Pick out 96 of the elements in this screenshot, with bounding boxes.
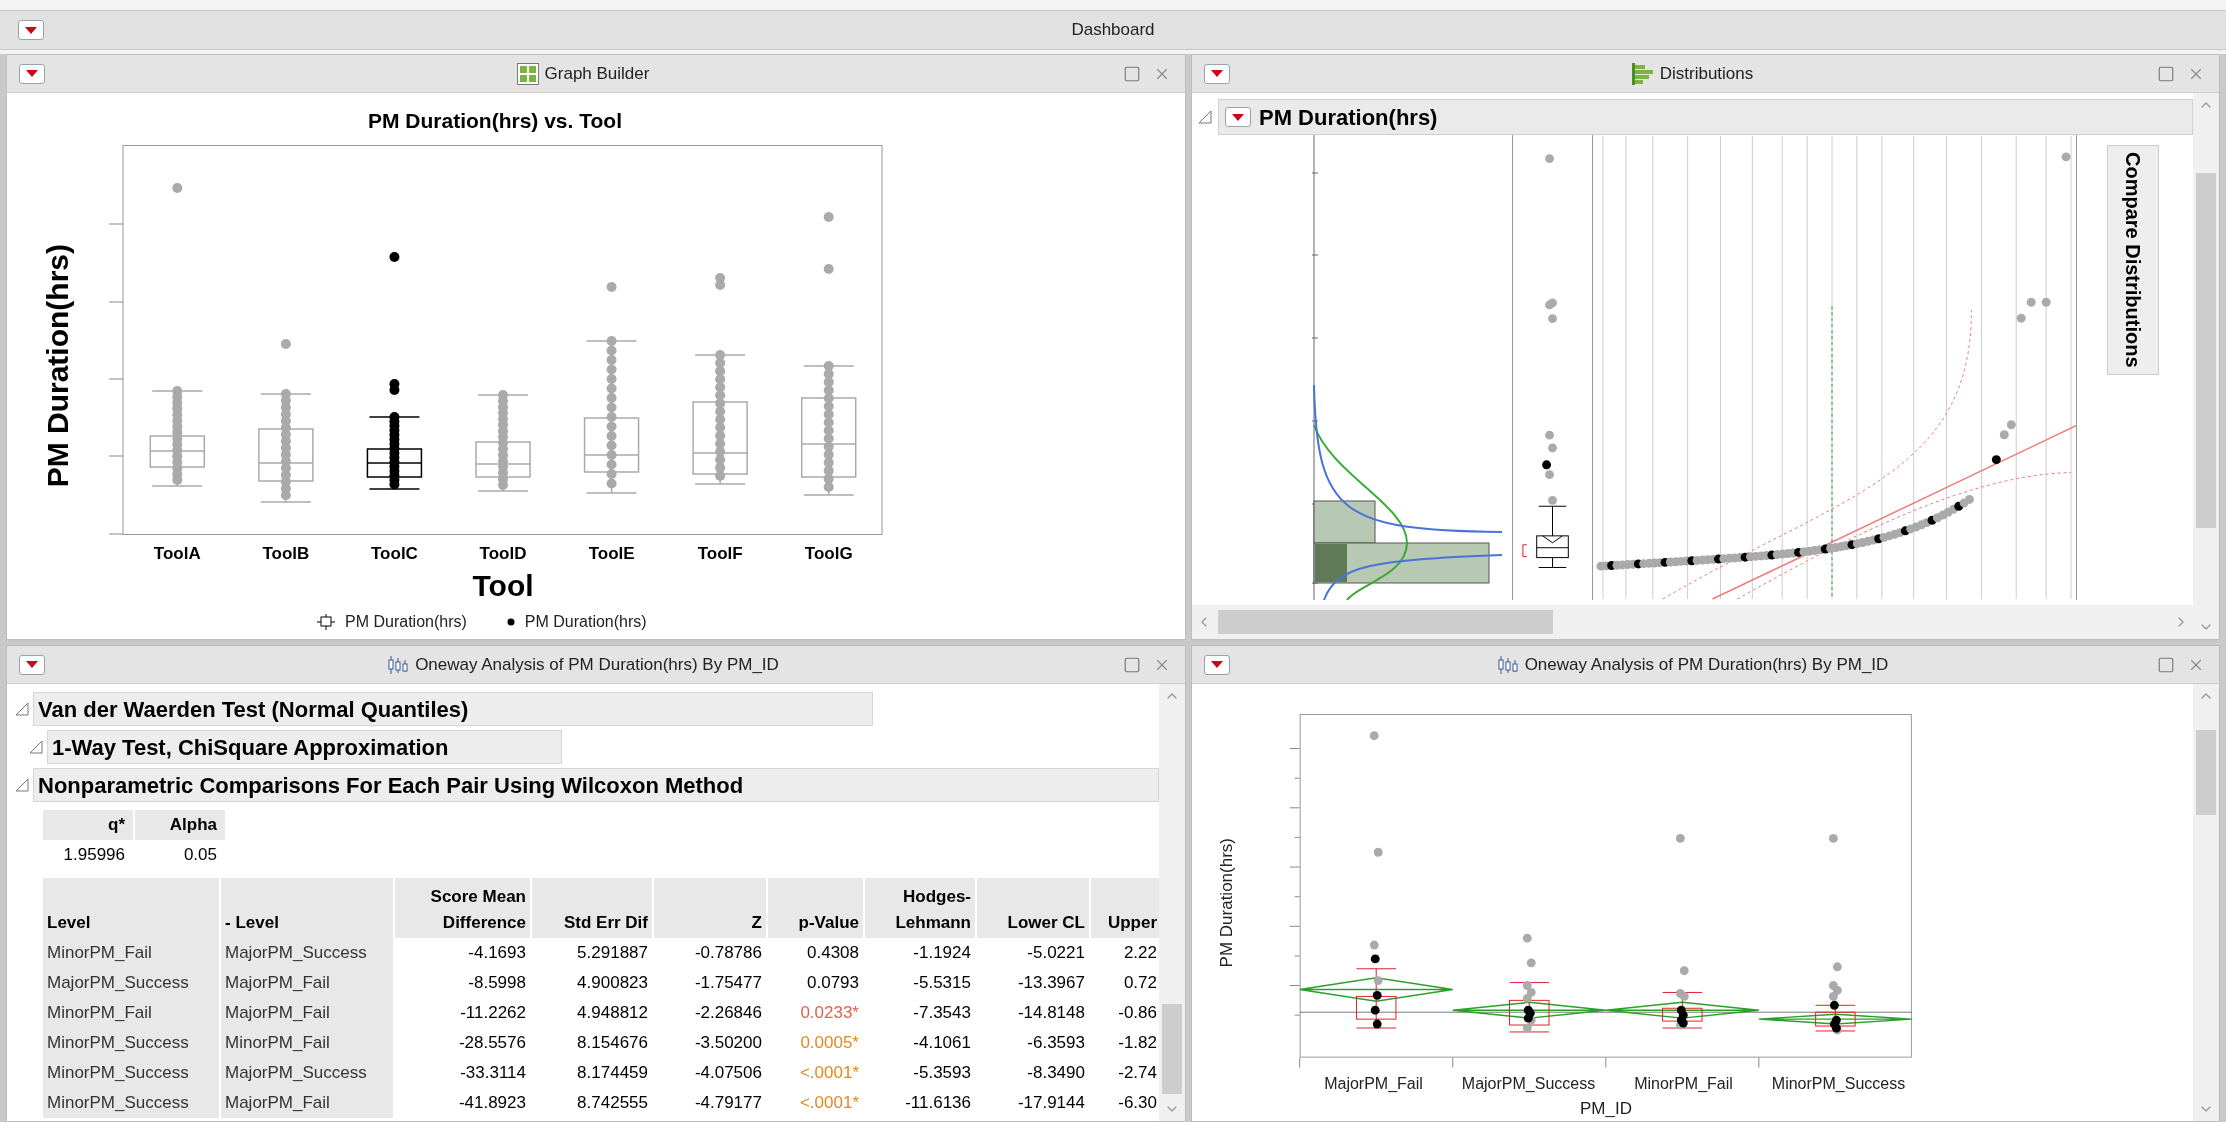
table-cell-text: -4.1693: [467, 942, 527, 965]
panel-title: Distributions: [1659, 62, 1754, 85]
table-cell-text: 2.22: [1122, 942, 1158, 965]
table-cell-text: 4.900823: [576, 972, 649, 995]
table-cell-text: 0.0793: [806, 972, 860, 995]
table-cell-text: -11.6136: [904, 1092, 972, 1115]
axis-label: ToolC: [370, 542, 419, 565]
table-cell: MajorPM_Success: [221, 1058, 393, 1088]
table-cell: MinorPM_Success: [43, 1028, 219, 1058]
table-cell-text: -33.3114: [459, 1062, 527, 1085]
table-cell-text: -0.86: [1117, 1002, 1158, 1025]
table-cell: MajorPM_Fail: [221, 998, 393, 1028]
x-axis-title: Tool: [471, 568, 535, 604]
axis-label: ToolF: [696, 542, 744, 565]
y-axis-title: PM Duration(hrs): [1216, 837, 1238, 968]
column-header: p-Value: [768, 878, 863, 938]
column-header: - Level: [221, 878, 393, 938]
table-cell-text: 1.95996: [62, 844, 126, 867]
column-header: Level: [43, 878, 219, 938]
axis-label: MajorPM_Success: [1460, 1073, 1597, 1094]
dashboard-title: Dashboard: [1070, 19, 1156, 42]
outline-title: PM Duration(hrs): [1259, 103, 1438, 132]
table-cell: MajorPM_Success: [43, 968, 219, 998]
y-axis-title: PM Duration(hrs): [39, 244, 75, 488]
table-cell-text: -7.3543: [912, 1002, 972, 1025]
table-cell-text: -5.5315: [912, 972, 972, 995]
table-cell: MinorPM_Fail: [43, 938, 219, 968]
table-cell-text: -8.5998: [467, 972, 527, 995]
x-axis-title: PM_ID: [1579, 1097, 1633, 1120]
table-cell-text: -6.3593: [1026, 1032, 1086, 1055]
column-header: Hodges-Lehmann: [865, 878, 975, 938]
table-cell-text: 0.4308: [806, 942, 860, 965]
table-cell: MinorPM_Success: [43, 1088, 219, 1118]
panel-title: Graph Builder: [544, 62, 650, 85]
outline-header[interactable]: Van der Waerden Test (Normal Quantiles): [33, 692, 873, 726]
table-cell-text: -11.2262: [459, 1002, 527, 1025]
outline-header[interactable]: Nonparametric Comparisons For Each Pair Using Wilcoxon Method: [33, 768, 1159, 802]
column-header: q*: [43, 810, 133, 840]
table-cell-text: -2.74: [1117, 1062, 1158, 1085]
legend-label: PM Duration(hrs): [345, 612, 467, 632]
table-cell-text: -1.75477: [693, 972, 763, 995]
table-cell: MajorPM_Fail: [221, 968, 393, 998]
table-cell-text: 8.154676: [576, 1032, 649, 1055]
table-cell-text: 5.291887: [576, 942, 649, 965]
table-cell: MajorPM_Fail: [221, 1088, 393, 1118]
table-cell: MinorPM_Success: [43, 1058, 219, 1088]
table-cell-text: -5.0221: [1026, 942, 1086, 965]
column-header: Upper: [1091, 878, 1159, 938]
table-cell-text: <.0001*: [798, 1092, 860, 1115]
table-cell-text: -4.79177: [693, 1092, 763, 1115]
column-header: Std Err Dif: [532, 878, 652, 938]
outline-header[interactable]: 1-Way Test, ChiSquare Approximation: [47, 730, 562, 764]
axis-label: MajorPM_Fail: [1323, 1073, 1424, 1094]
table-cell-text: 8.174459: [576, 1062, 649, 1085]
axis-label: ToolG: [803, 542, 854, 565]
column-header: Lower CL: [977, 878, 1089, 938]
panel-title: Oneway Analysis of PM Duration(hrs) By PM_ID: [415, 653, 779, 676]
table-cell-text: -1.82: [1117, 1032, 1158, 1055]
axis-label: ToolD: [478, 542, 528, 565]
table-cell-text: -5.3593: [912, 1062, 972, 1085]
chart-title: PM Duration(hrs) vs. Tool: [367, 108, 623, 134]
table-cell-text: -2.26846: [693, 1002, 763, 1025]
table-cell-text: -13.3967: [1016, 972, 1086, 995]
axis-label: ToolE: [587, 542, 636, 565]
table-cell-text: -8.3490: [1026, 1062, 1086, 1085]
column-header: Score Mean Difference: [395, 878, 530, 938]
table-cell-text: 0.05: [182, 844, 218, 867]
column-header: Alpha: [135, 810, 225, 840]
table-cell-text: -4.07506: [693, 1062, 763, 1085]
outline-header[interactable]: PM Duration(hrs): [1218, 99, 2193, 135]
table-cell-text: -4.1061: [912, 1032, 972, 1055]
column-header: Z: [654, 878, 766, 938]
table-cell-text: 8.742555: [576, 1092, 649, 1115]
table-cell: MinorPM_Fail: [43, 998, 219, 1028]
axis-label: MinorPM_Fail: [1633, 1073, 1734, 1094]
table-cell-text: -14.8148: [1016, 1002, 1086, 1025]
table-cell-text: 0.0005*: [799, 1032, 860, 1055]
table-cell: MajorPM_Success: [221, 938, 393, 968]
table-cell-text: -1.1924: [912, 942, 972, 965]
table-cell-text: 0.0233*: [799, 1002, 860, 1025]
table-cell: MinorPM_Fail: [221, 1028, 393, 1058]
table-cell-text: -41.8923: [457, 1092, 527, 1115]
table-cell-text: <.0001*: [798, 1062, 860, 1085]
table-cell-text: -28.5576: [457, 1032, 527, 1055]
panel-title: Oneway Analysis of PM Duration(hrs) By PM_ID: [1524, 653, 1889, 676]
table-cell-text: -17.9144: [1016, 1092, 1086, 1115]
axis-label: MinorPM_Success: [1770, 1073, 1907, 1094]
axis-label: ToolA: [152, 542, 202, 565]
legend-label: PM Duration(hrs): [524, 612, 647, 632]
compare-distributions-button[interactable]: Compare Distributions: [2107, 145, 2159, 375]
table-cell-text: -6.30: [1117, 1092, 1158, 1115]
table-cell-text: -0.78786: [693, 942, 763, 965]
table-cell-text: 0.72: [1122, 972, 1158, 995]
table-cell-text: 4.948812: [576, 1002, 649, 1025]
axis-label: ToolB: [261, 542, 311, 565]
table-cell-text: -3.50200: [693, 1032, 763, 1055]
